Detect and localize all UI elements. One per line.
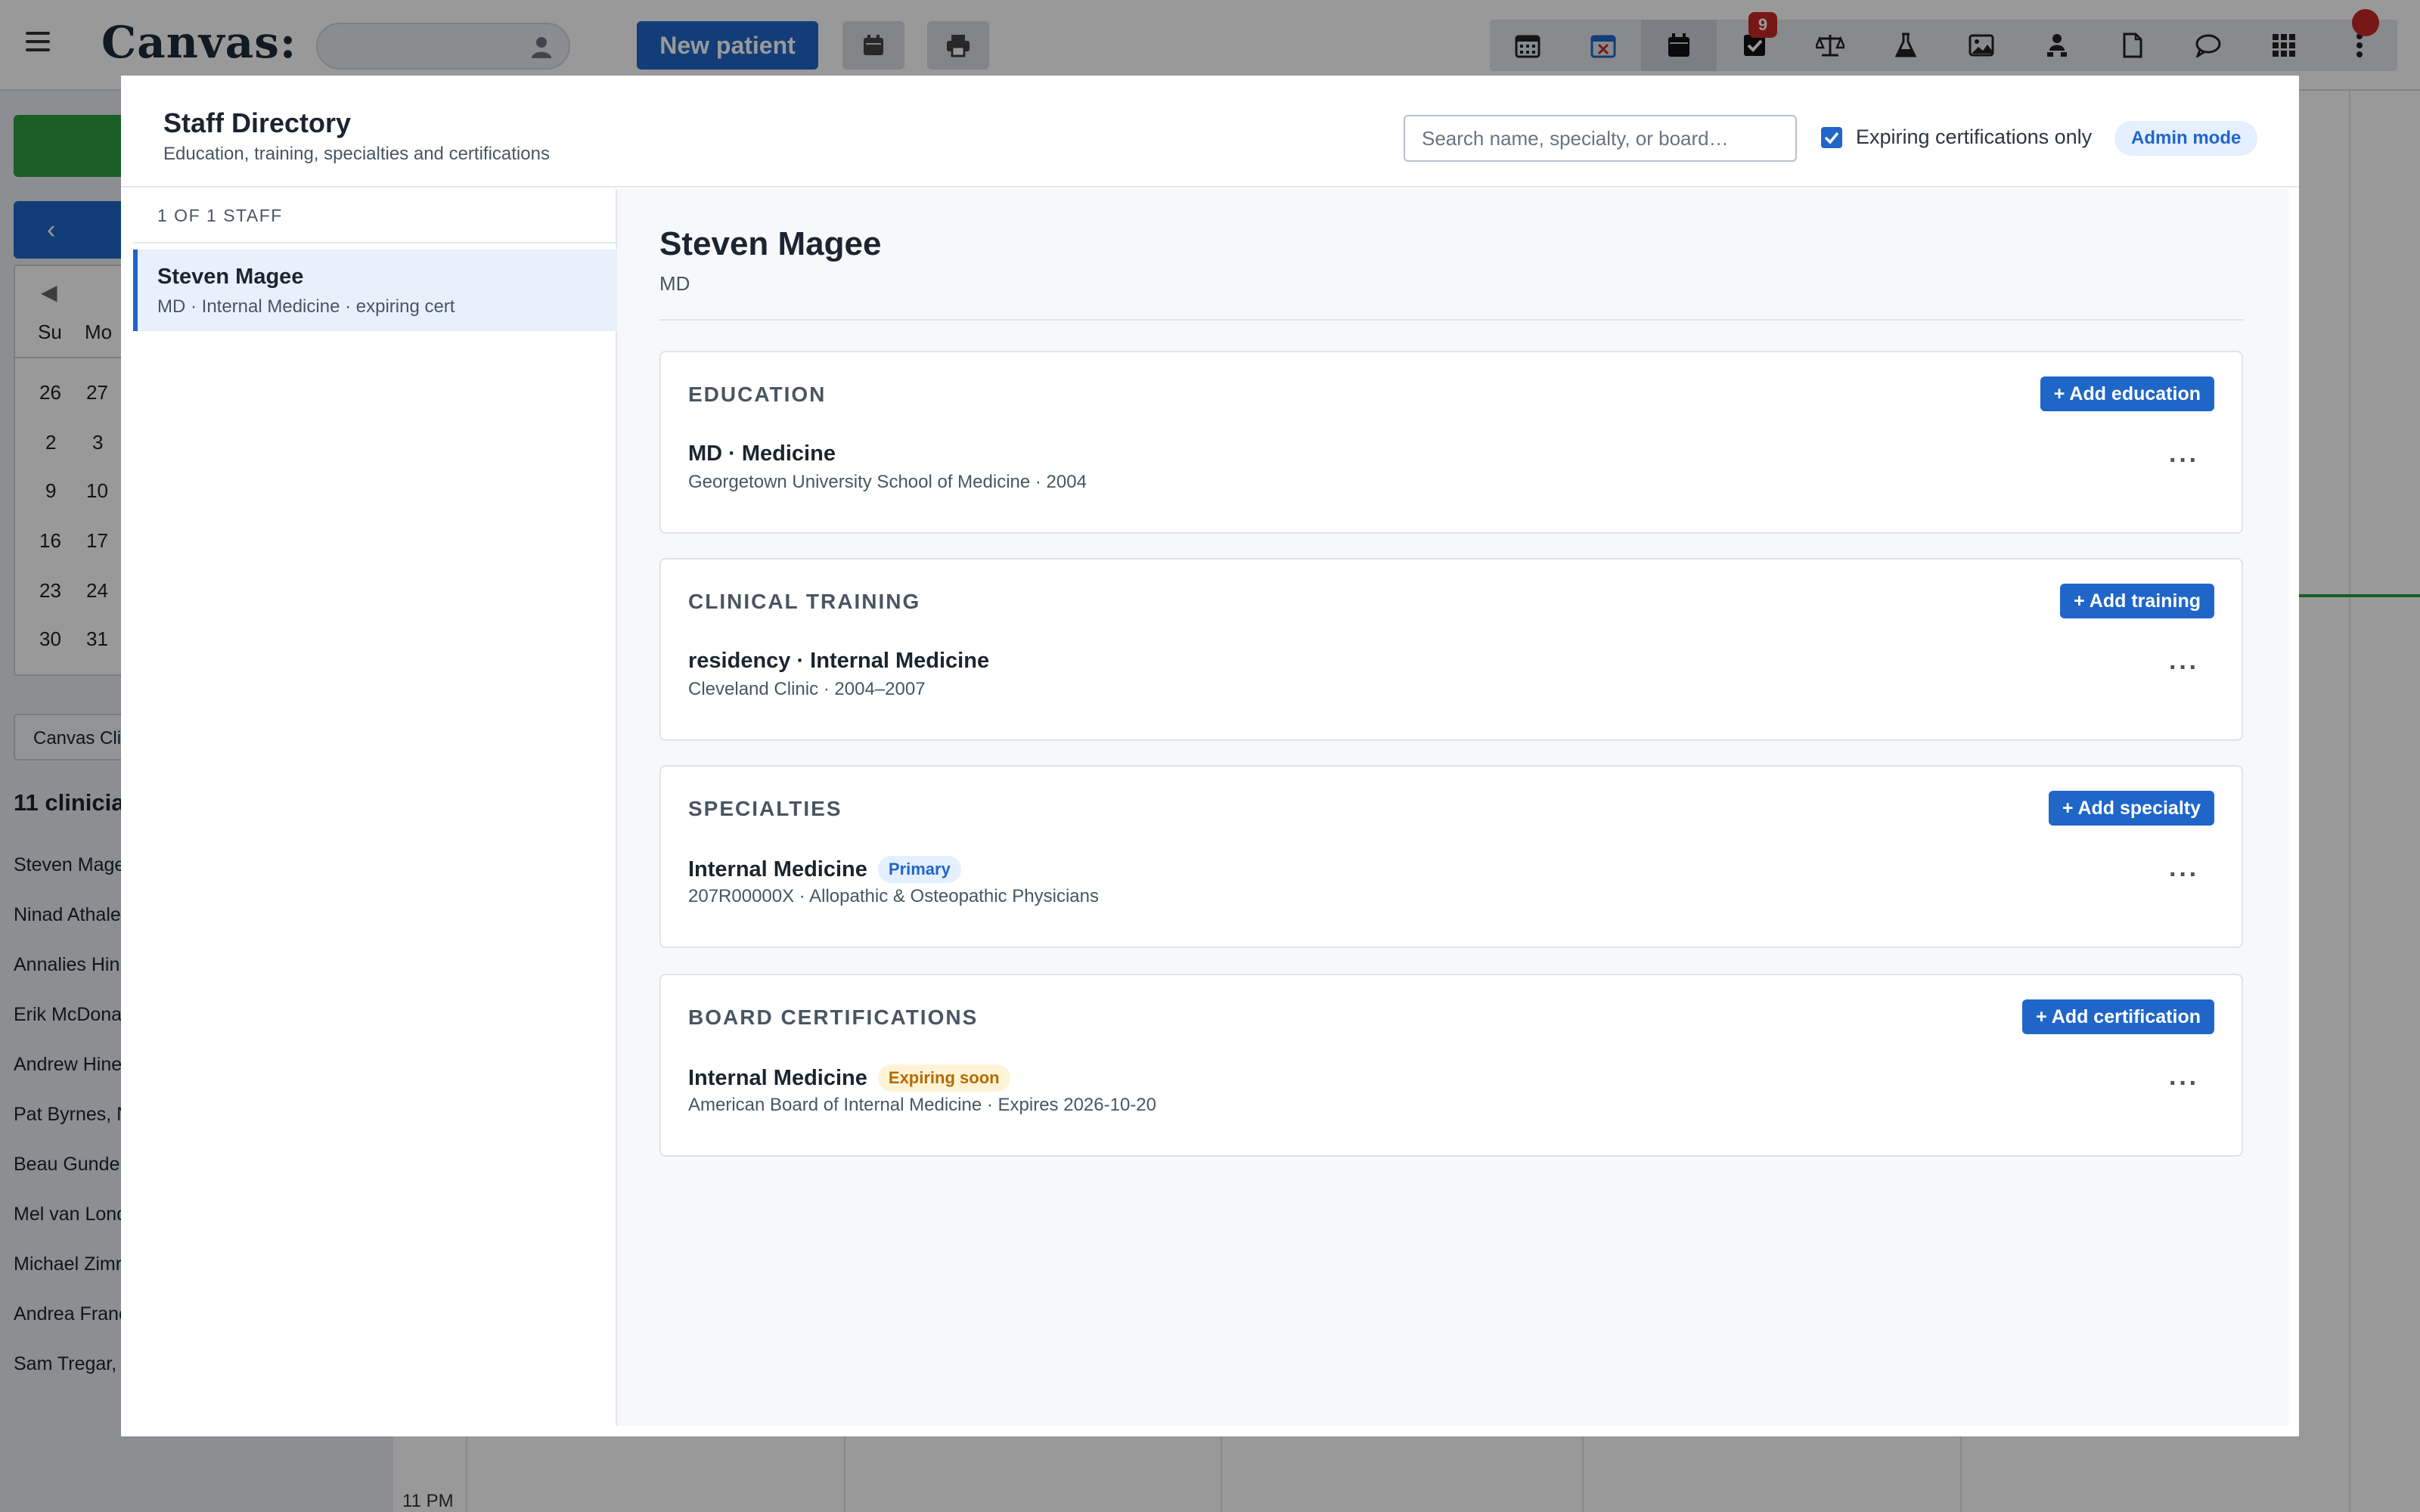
entry-title: MD · Medicine <box>688 442 836 466</box>
staff-name: Steven Magee <box>157 265 304 289</box>
staff-directory-modal: Staff Directory Education, training, spe… <box>121 76 2299 1436</box>
section-title: BOARD CERTIFICATIONS <box>688 1005 979 1029</box>
staff-list-item[interactable]: Steven Magee MD · Internal Medicine · ex… <box>133 249 617 331</box>
add-education-button[interactable]: + Add education <box>2040 376 2214 411</box>
entry-title: Internal Medicine Expiring soon <box>688 1064 1010 1092</box>
education-card: EDUCATION + Add education MD · Medicine … <box>659 351 2243 534</box>
expiring-only-checkbox[interactable] <box>1821 127 1842 148</box>
entry-title-text: MD · Medicine <box>688 442 836 466</box>
checkmark-icon <box>1824 132 1839 144</box>
specialties-card: SPECIALTIES + Add specialty Internal Med… <box>659 765 2243 948</box>
modal-subtitle: Education, training, specialties and cer… <box>163 144 550 164</box>
more-horizontal-icon[interactable]: ··· <box>2169 860 2199 890</box>
section-title: CLINICAL TRAINING <box>688 590 921 613</box>
add-certification-button[interactable]: + Add certification <box>2022 999 2214 1034</box>
entry-subtitle: Georgetown University School of Medicine… <box>688 472 1087 492</box>
more-horizontal-icon[interactable]: ··· <box>2169 446 2199 476</box>
staff-search-input[interactable] <box>1404 115 1797 162</box>
more-horizontal-icon[interactable]: ··· <box>2169 1069 2199 1098</box>
staff-meta: MD · Internal Medicine · expiring cert <box>157 296 455 317</box>
more-horizontal-icon[interactable]: ··· <box>2169 653 2199 683</box>
entry-subtitle: American Board of Internal Medicine · Ex… <box>688 1095 1156 1115</box>
section-title: SPECIALTIES <box>688 797 842 820</box>
divider <box>659 319 2243 321</box>
profile-name: Steven Magee <box>659 225 882 262</box>
modal-header: Staff Directory Education, training, spe… <box>121 76 2299 187</box>
expiring-only-label[interactable]: Expiring certifications only <box>1856 125 2092 149</box>
add-specialty-button[interactable]: + Add specialty <box>2048 791 2214 826</box>
divider <box>133 242 617 243</box>
profile-credential: MD <box>659 272 690 295</box>
staff-count: 1 OF 1 STAFF <box>157 206 283 225</box>
staff-detail-panel: Steven Magee MD EDUCATION + Add educatio… <box>617 189 2288 1426</box>
entry-subtitle: 207R00000X · Allopathic & Osteopathic Ph… <box>688 886 1099 906</box>
entry-subtitle: Cleveland Clinic · 2004–2007 <box>688 679 926 699</box>
add-training-button[interactable]: + Add training <box>2060 584 2214 618</box>
entry-title-text: residency · Internal Medicine <box>688 649 990 673</box>
primary-badge: Primary <box>877 856 961 883</box>
entry-title: residency · Internal Medicine <box>688 649 989 674</box>
entry-title: Internal Medicine Primary <box>688 856 961 883</box>
entry-title-text: Internal Medicine <box>688 1065 867 1090</box>
modal-title: Staff Directory <box>163 107 352 138</box>
entry-title-text: Internal Medicine <box>688 857 867 881</box>
admin-mode-badge[interactable]: Admin mode <box>2114 121 2258 156</box>
board-certifications-card: BOARD CERTIFICATIONS + Add certification… <box>659 974 2243 1157</box>
staff-list-panel: 1 OF 1 STAFF Steven Magee MD · Internal … <box>133 189 617 1426</box>
section-title: EDUCATION <box>688 383 827 406</box>
clinical-training-card: CLINICAL TRAINING + Add training residen… <box>659 558 2243 741</box>
expiring-soon-badge: Expiring soon <box>877 1064 1010 1092</box>
